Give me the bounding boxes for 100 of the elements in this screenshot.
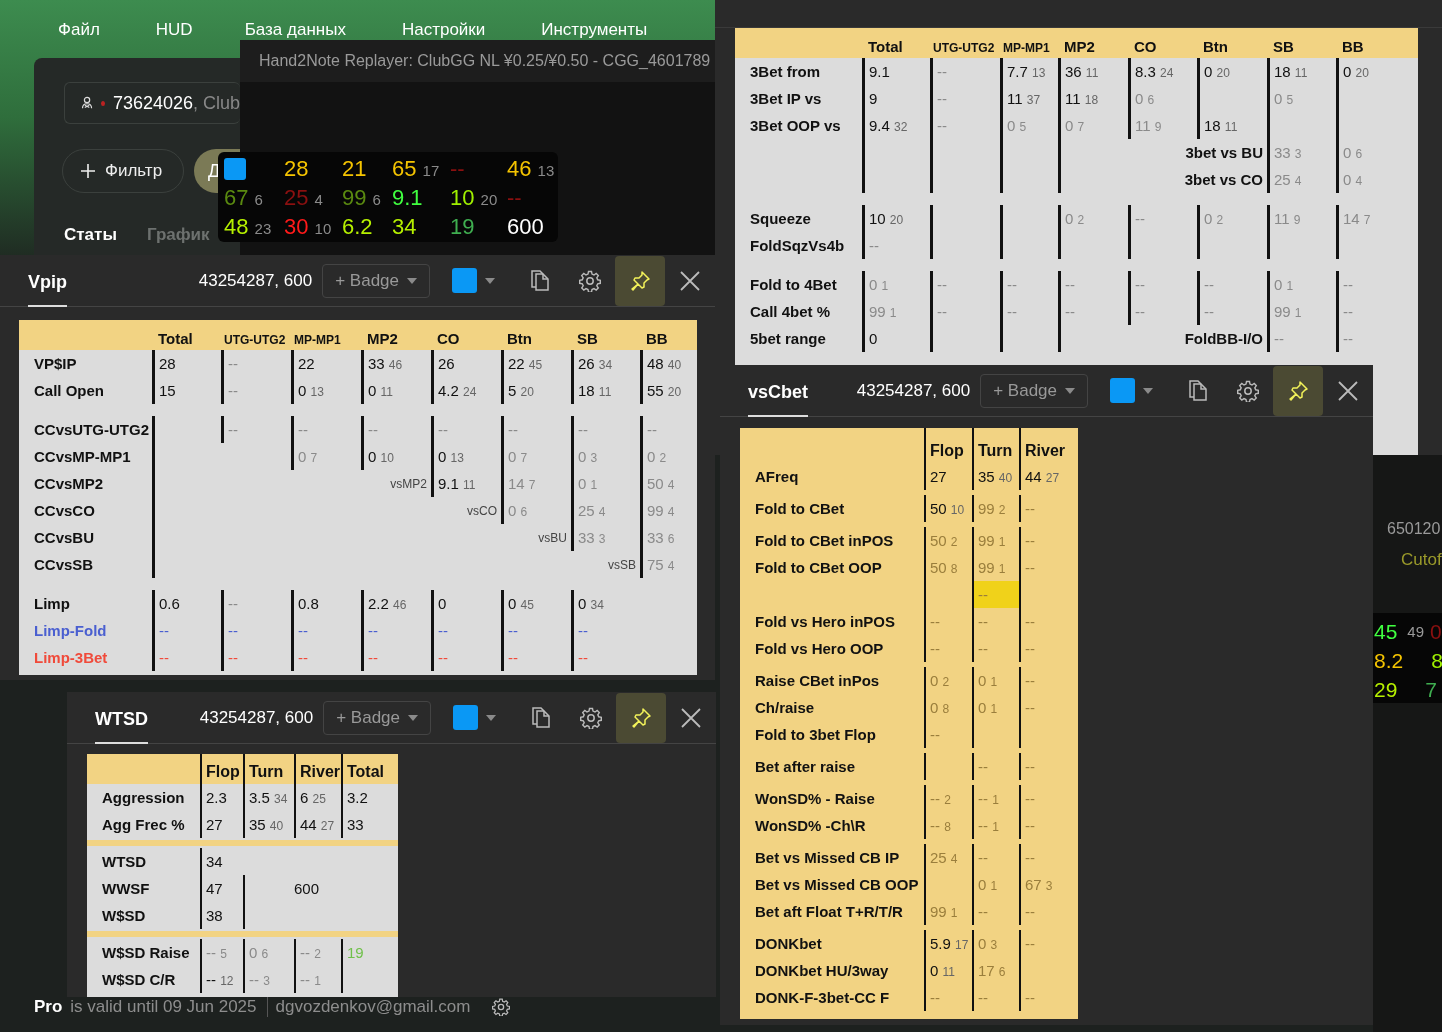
table-cell: 28 xyxy=(159,355,176,372)
table-cell: 26 34 xyxy=(578,355,613,372)
tab[interactable]: Статы xyxy=(64,225,117,245)
table-cell: -- xyxy=(368,622,378,639)
table-cell: 0 34 xyxy=(578,595,604,612)
row-label: Fold vs Hero OOP xyxy=(755,640,884,657)
table-cell: -- xyxy=(930,613,940,630)
table-cell: 18 11 xyxy=(1204,117,1238,134)
panel-tab[interactable]: Vpip xyxy=(28,255,67,307)
table-cell: 0.8 xyxy=(298,595,319,612)
table-cell: -- xyxy=(298,421,308,438)
close-icon xyxy=(680,270,700,291)
table-cell: -- xyxy=(578,421,588,438)
badge-dropdown[interactable]: + Badge xyxy=(980,373,1088,408)
row-label: Agg Frec % xyxy=(102,816,185,833)
row-label: Fold to 3bet Flop xyxy=(755,726,876,743)
table-cell: 0 xyxy=(438,595,447,612)
table-cell: 0 20 xyxy=(1204,63,1230,80)
table-cell: -- xyxy=(1025,672,1035,689)
table-cell: 47 xyxy=(206,880,223,897)
row-label: DONKbet xyxy=(755,935,822,952)
color-picker[interactable] xyxy=(452,268,495,293)
table-cell: 0 4 xyxy=(1343,171,1363,188)
table-cell: 11 9 xyxy=(1135,117,1162,134)
table-cell: -- xyxy=(937,63,947,80)
hud-info: 43254287, 600 xyxy=(199,707,314,728)
table-cell: -- 1 xyxy=(978,790,999,807)
tab[interactable]: График xyxy=(146,225,210,245)
table-cell: 14 7 xyxy=(508,475,536,492)
menu-item[interactable]: Настройки xyxy=(401,20,486,40)
column-header: Total xyxy=(868,38,903,55)
menu-item[interactable]: База данных xyxy=(244,20,346,40)
row-label: WTSD xyxy=(102,853,147,870)
table-cell: 0 20 xyxy=(1343,63,1369,80)
status-dot xyxy=(101,100,105,106)
table-cell: 36 11 xyxy=(1065,63,1099,80)
table-cell: -- xyxy=(1135,276,1145,293)
table-cell: 8.3 24 xyxy=(1135,63,1174,80)
settings-icon[interactable] xyxy=(492,998,511,1016)
column-header: River xyxy=(1025,442,1066,460)
pin-button[interactable] xyxy=(616,692,666,743)
table-cell: -- xyxy=(1025,935,1035,952)
table-cell: -- 2 xyxy=(300,944,321,961)
menu-item[interactable]: Файл xyxy=(58,20,100,40)
hud-stat: 7 xyxy=(1425,677,1438,702)
hud-stat: 8.2 xyxy=(1374,648,1404,673)
panel-tab[interactable]: vsCbet xyxy=(748,365,809,417)
table-cell: -- xyxy=(1025,613,1035,630)
table-cell: 0 11 xyxy=(930,962,955,979)
pin-button[interactable] xyxy=(615,255,665,306)
badge-dropdown[interactable]: + Badge xyxy=(323,700,431,735)
row-label: Bet vs Missed CB OOP xyxy=(755,876,919,893)
table-cell: 50 4 xyxy=(647,475,675,492)
badge-dropdown[interactable]: + Badge xyxy=(322,263,430,298)
table-cell: -- xyxy=(228,649,238,666)
row-label: CCvsMP-MP1 xyxy=(34,448,131,465)
row-label: W$SD Raise xyxy=(102,944,190,961)
column-header: River xyxy=(300,763,341,781)
column-header: CO xyxy=(1134,38,1157,55)
color-picker[interactable] xyxy=(453,705,496,730)
column-header: BB xyxy=(1342,38,1364,55)
hud-stat: 34 xyxy=(392,213,417,240)
hud-stat: 0 xyxy=(1430,619,1442,644)
table-cell: -- xyxy=(930,989,940,1006)
plan-label: Pro xyxy=(34,997,63,1017)
position-label: Cutof xyxy=(1400,550,1442,570)
table-cell: 48 40 xyxy=(647,355,682,372)
column-header: MP-MP1 xyxy=(1003,41,1050,55)
table-cell: -- xyxy=(978,586,988,603)
table-cell: 75 4 xyxy=(647,556,675,573)
table-cell: 27 xyxy=(206,816,223,833)
hud-stat: -- xyxy=(450,155,465,182)
menu-item[interactable]: Инструменты xyxy=(541,20,648,40)
column-header: UTG-UTG2 xyxy=(933,41,995,55)
search-field[interactable]: 73624026, Club xyxy=(64,82,240,124)
close-icon xyxy=(681,707,701,728)
cell-label: 3bet vs CO xyxy=(1184,171,1263,188)
column-header: BB xyxy=(646,330,668,347)
copy-icon xyxy=(1188,379,1208,402)
table-cell: -- xyxy=(578,622,588,639)
table-cell: -- xyxy=(1274,330,1284,347)
table-cell: 44 27 xyxy=(300,816,335,833)
table-cell: -- xyxy=(438,421,448,438)
table-cell: 0 6 xyxy=(1135,90,1155,107)
panel-tab[interactable]: WTSD xyxy=(95,692,148,744)
table-cell: 0 7 xyxy=(298,448,318,465)
row-label: Limp-Fold xyxy=(34,622,107,639)
table-cell: 11 9 xyxy=(1274,210,1301,227)
table-cell: 18 11 xyxy=(578,382,612,399)
color-picker[interactable] xyxy=(1110,378,1153,403)
table-cell: 0 11 xyxy=(368,382,393,399)
menu-item[interactable]: HUD xyxy=(155,20,193,40)
row-label: Fold to CBet OOP xyxy=(755,559,882,576)
hud-stat: 99 6 xyxy=(342,184,381,211)
table-cell: -- 1 xyxy=(300,971,321,988)
table-cell: 0 1 xyxy=(978,876,998,893)
table-cell: 0 2 xyxy=(930,672,950,689)
pin-button[interactable] xyxy=(1273,365,1323,416)
table-cell: 99 1 xyxy=(978,532,1006,549)
table-cell: -- xyxy=(1204,303,1214,320)
